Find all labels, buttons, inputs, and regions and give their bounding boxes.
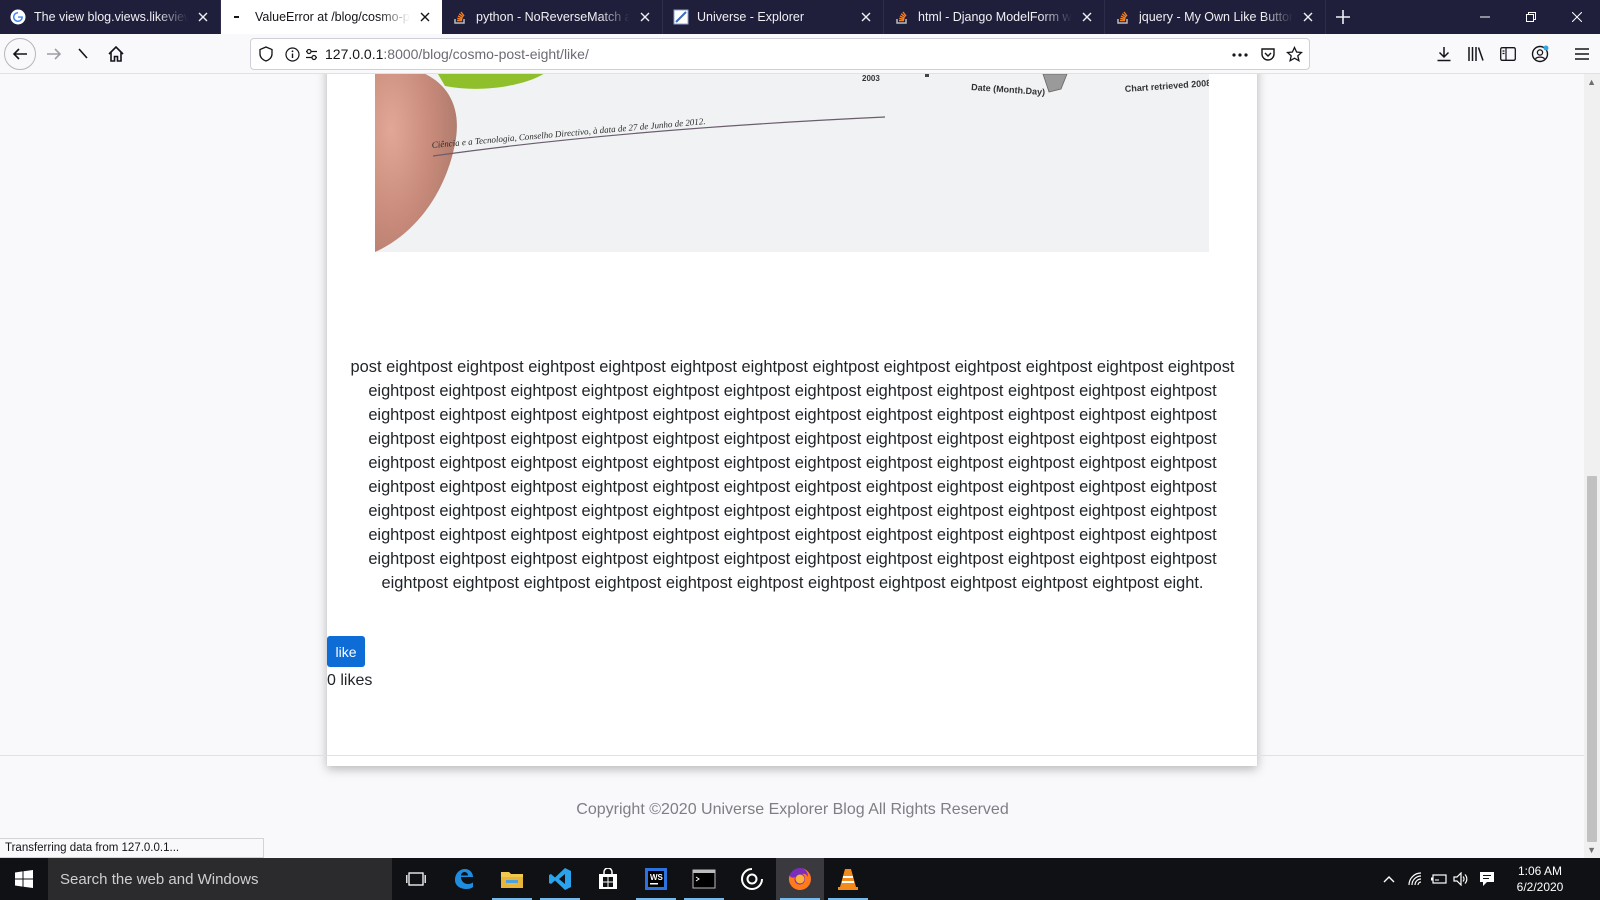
media-app-icon[interactable] [728, 858, 776, 900]
shield-icon[interactable] [259, 46, 273, 62]
url-path: :8000/blog/cosmo-post-eight/like/ [383, 46, 589, 62]
minimize-button[interactable] [1462, 0, 1508, 34]
show-hidden-icons-icon[interactable] [1378, 858, 1400, 900]
stackoverflow-icon [894, 9, 910, 25]
close-icon[interactable] [1299, 8, 1317, 26]
info-icon[interactable] [285, 46, 300, 62]
bookmark-star-icon[interactable] [1286, 46, 1303, 63]
scroll-up-arrow-icon[interactable]: ▲ [1587, 77, 1596, 87]
tab-strip: The view blog.views.likeview didn't retu… [0, 0, 1600, 34]
navigation-toolbar: 127.0.0.1:8000/blog/cosmo-post-eight/lik… [0, 34, 1600, 74]
library-icon[interactable] [1460, 38, 1492, 70]
tab-valueerror[interactable]: ValueError at /blog/cosmo-post-eight/lik… [221, 0, 442, 34]
page-viewport: Ciência e a Tecnologia, Conselho Directi… [0, 74, 1600, 858]
task-view-icon[interactable] [392, 858, 440, 900]
vlc-icon[interactable] [824, 858, 872, 900]
footer-copyright: Copyright ©2020 Universe Explorer Blog A… [576, 801, 1009, 818]
start-button[interactable] [0, 858, 48, 900]
sidebar-icon[interactable] [1492, 38, 1524, 70]
firefox-icon[interactable] [776, 858, 824, 900]
page-icon [673, 9, 689, 25]
tab-universe-explorer[interactable]: Universe - Explorer [663, 0, 884, 34]
account-icon[interactable] [1524, 38, 1556, 70]
svg-text:WS: WS [650, 873, 664, 882]
google-icon [10, 9, 26, 25]
clock-time: 1:06 AM [1517, 864, 1563, 878]
store-icon[interactable] [584, 858, 632, 900]
restore-button[interactable] [1508, 0, 1554, 34]
close-icon[interactable] [416, 8, 434, 26]
footer-divider [0, 755, 1585, 756]
home-button[interactable] [100, 38, 132, 70]
tab-label: ValueError at /blog/cosmo-post-eight/lik… [255, 10, 410, 24]
edge-icon[interactable] [440, 858, 488, 900]
menu-icon[interactable] [1566, 38, 1598, 70]
tab-label: jquery - My Own Like Button: Django [1139, 10, 1293, 24]
windows-taskbar: Search the web and Windows WS 1:06 AM 6/… [0, 858, 1600, 900]
close-window-button[interactable] [1554, 0, 1600, 34]
like-count: 0 likes [327, 672, 373, 689]
battery-icon[interactable] [1428, 858, 1450, 900]
new-tab-button[interactable] [1326, 0, 1360, 34]
like-button[interactable]: like [327, 636, 365, 667]
close-icon[interactable] [636, 8, 654, 26]
downloads-icon[interactable] [1428, 38, 1460, 70]
stackoverflow-icon [1115, 9, 1131, 25]
volume-icon[interactable] [1450, 858, 1472, 900]
tab-noreversematch[interactable]: python - NoReverseMatch at /blog/ [442, 0, 663, 34]
file-explorer-icon[interactable] [488, 858, 536, 900]
notifications-icon[interactable] [1474, 858, 1500, 900]
url-host: 127.0.0.1 [325, 46, 384, 62]
terminal-icon[interactable] [680, 858, 728, 900]
tab-likeview-error[interactable]: The view blog.views.likeview didn't retu… [0, 0, 221, 34]
tab-label: The view blog.views.likeview didn't retu… [34, 10, 188, 24]
search-placeholder: Search the web and Windows [60, 870, 259, 888]
scroll-down-arrow-icon[interactable]: ▼ [1587, 845, 1596, 855]
wifi-icon[interactable] [1404, 858, 1426, 900]
back-button[interactable] [4, 38, 36, 70]
permissions-icon[interactable] [304, 47, 319, 62]
post-image: Ciência e a Tecnologia, Conselho Directi… [375, 74, 1209, 252]
vertical-scrollbar[interactable]: ▲ ▼ [1584, 74, 1600, 858]
loading-icon [231, 9, 247, 25]
clock-date: 6/2/2020 [1516, 880, 1564, 894]
stackoverflow-icon [452, 9, 468, 25]
stop-loading-icon[interactable] [67, 38, 99, 70]
vscode-icon[interactable] [536, 858, 584, 900]
tab-jquery-like-button[interactable]: jquery - My Own Like Button: Django [1105, 0, 1326, 34]
close-icon[interactable] [857, 8, 875, 26]
image-year-label: 2003 [862, 74, 880, 83]
tab-label: python - NoReverseMatch at /blog/ [476, 10, 630, 24]
tab-label: Universe - Explorer [697, 10, 804, 24]
tab-django-modelform[interactable]: html - Django ModelForm with [884, 0, 1105, 34]
pocket-icon[interactable] [1260, 46, 1276, 62]
taskbar-search-box[interactable]: Search the web and Windows [48, 858, 392, 900]
close-icon[interactable] [194, 8, 212, 26]
tab-label: html - Django ModelForm with [918, 10, 1072, 24]
status-bar: Transferring data from 127.0.0.1... [0, 838, 264, 858]
system-clock[interactable]: 1:06 AM 6/2/2020 [1508, 863, 1572, 895]
url-text[interactable]: 127.0.0.1:8000/blog/cosmo-post-eight/lik… [325, 46, 589, 62]
close-icon[interactable] [1078, 8, 1096, 26]
url-bar[interactable]: 127.0.0.1:8000/blog/cosmo-post-eight/lik… [250, 38, 1310, 70]
forward-button[interactable] [38, 38, 70, 70]
page-actions-icon[interactable] [1231, 47, 1249, 63]
webstorm-icon[interactable]: WS [632, 858, 680, 900]
scrollbar-thumb[interactable] [1587, 476, 1597, 842]
post-body: post eightpost eightpost eightpost eight… [350, 358, 1235, 592]
